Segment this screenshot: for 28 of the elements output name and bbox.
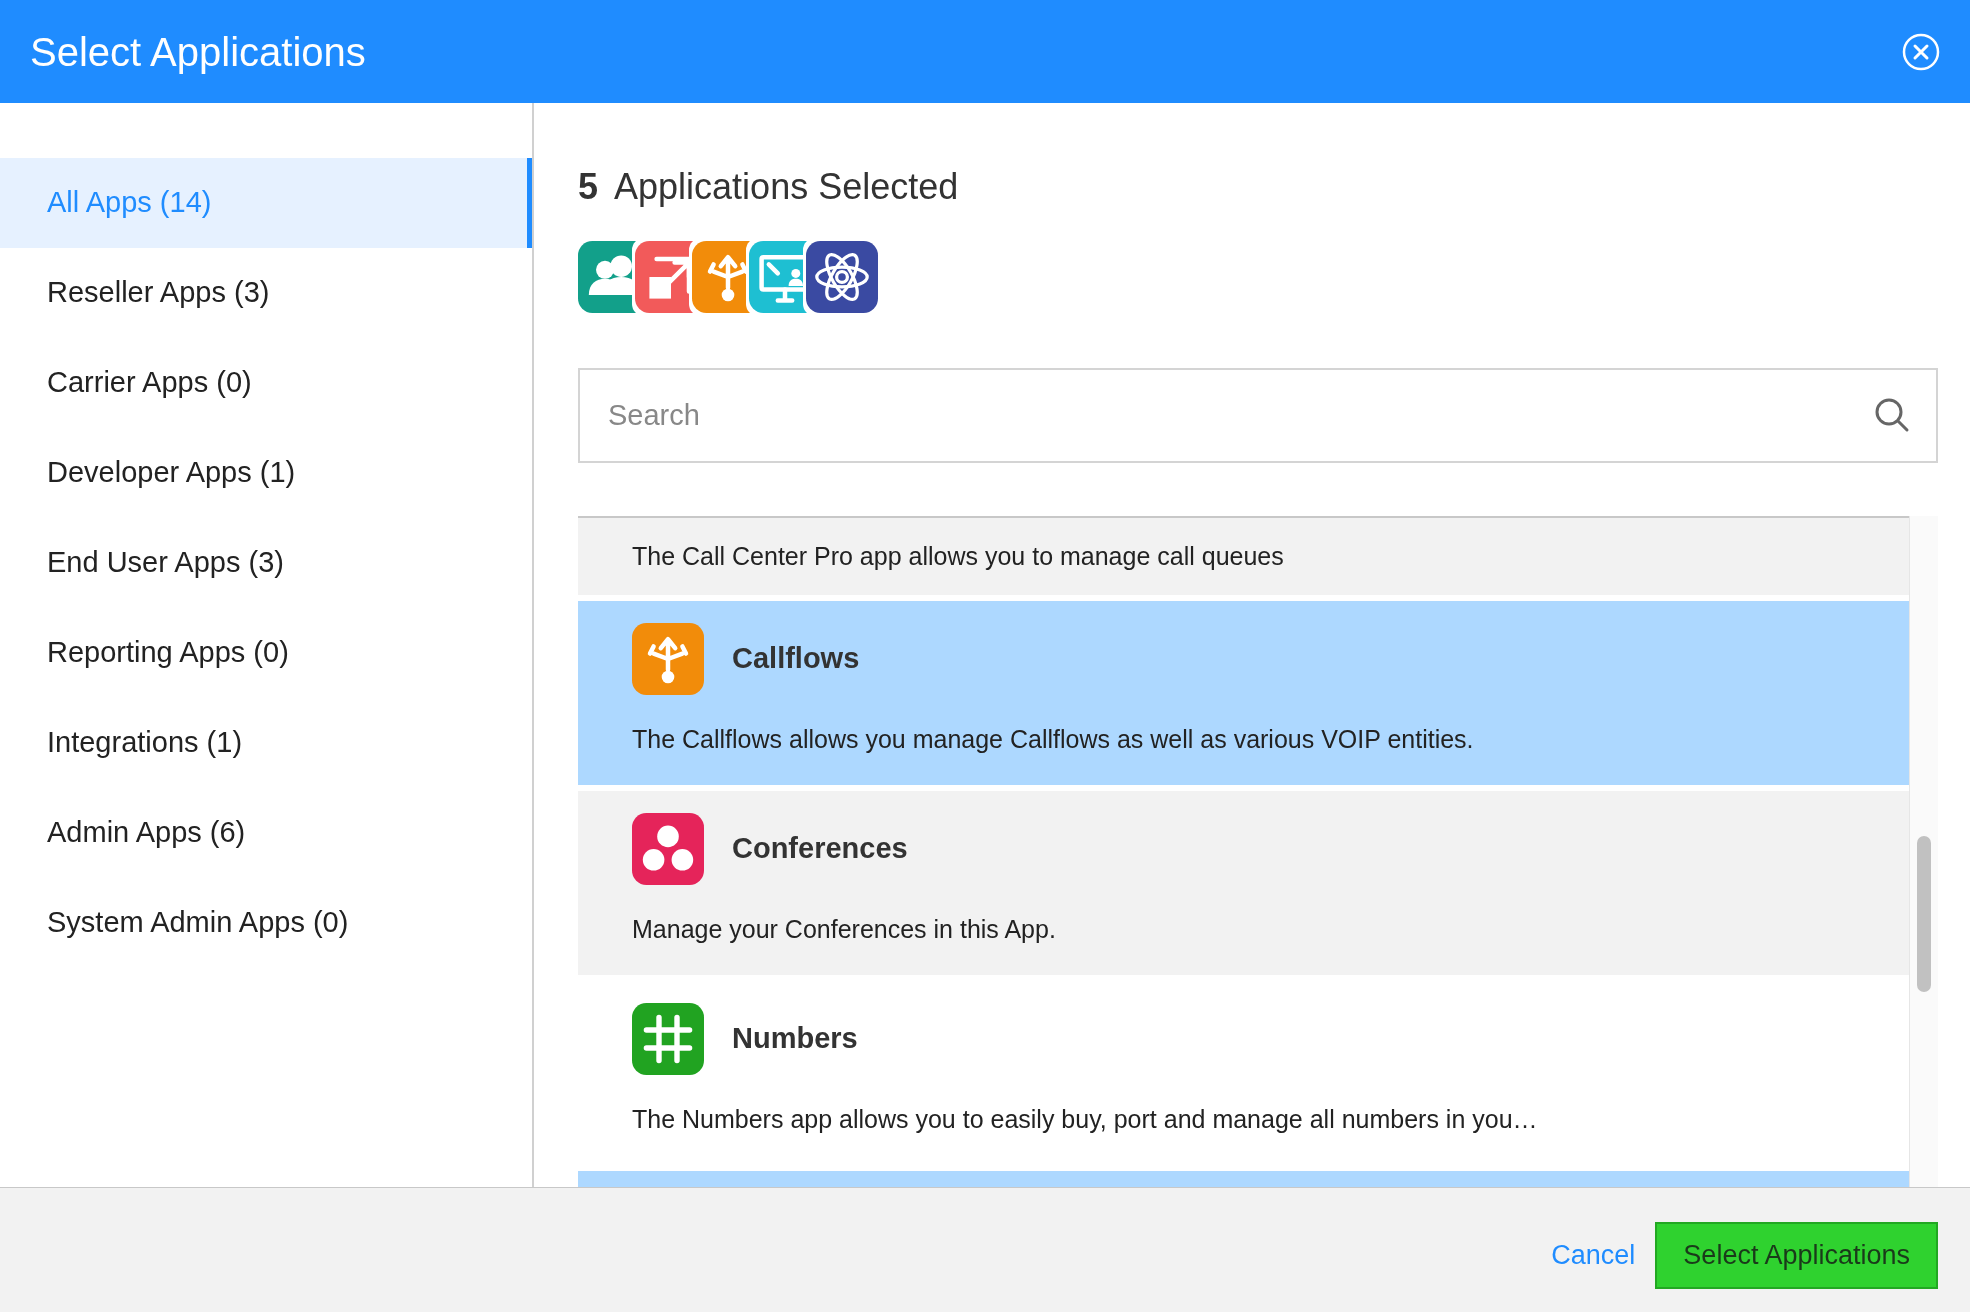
app-description: The Call Center Pro app allows you to manage call queues <box>632 540 1284 572</box>
sidebar-item[interactable]: Developer Apps (1) <box>0 428 532 518</box>
sidebar-item[interactable]: Reseller Apps (3) <box>0 248 532 338</box>
app-description: The Numbers app allows you to easily buy, port and manage all numbers in you… <box>632 1104 1539 1135</box>
app-description: The Callflows allows you manage Callflows as well as various VOIP entities. <box>632 724 1475 755</box>
search-icon <box>1874 397 1910 433</box>
app-row[interactable]: The Call Center Pro app allows you to manage call queues <box>578 518 1909 595</box>
app-row[interactable]: Callflows The Callflows allows you manage Callflows as well as various VOIP entities. <box>578 601 1909 785</box>
sidebar-item[interactable]: Integrations (1) <box>0 698 532 788</box>
close-icon <box>1902 32 1940 71</box>
select-applications-button[interactable]: Select Applications <box>1655 1221 1938 1289</box>
close-button[interactable] <box>1902 32 1940 71</box>
app-name: Numbers <box>732 1021 858 1057</box>
sidebar-item[interactable]: System Admin Apps (0) <box>0 878 532 968</box>
sidebar-item[interactable]: Carrier Apps (0) <box>0 338 532 428</box>
app-name: Conferences <box>732 831 908 867</box>
sidebar-item[interactable]: Reporting Apps (0) <box>0 608 532 698</box>
sidebar-item[interactable]: Admin Apps (6) <box>0 788 532 878</box>
dialog-title: Select Applications <box>30 28 366 76</box>
app-name: Callflows <box>732 641 860 677</box>
app-row[interactable]: Conferences Manage your Conferences in this App. <box>578 791 1909 975</box>
selected-count: 5 <box>578 165 599 209</box>
scrollbar[interactable] <box>1909 516 1938 1187</box>
sidebar-item[interactable]: End User Apps (3) <box>0 518 532 608</box>
app-description: Manage your Conferences in this App. <box>632 914 1057 945</box>
app-row[interactable] <box>578 1171 1909 1187</box>
selection-label: Applications Selected <box>614 165 959 209</box>
search-field[interactable]: Search <box>578 368 1938 463</box>
